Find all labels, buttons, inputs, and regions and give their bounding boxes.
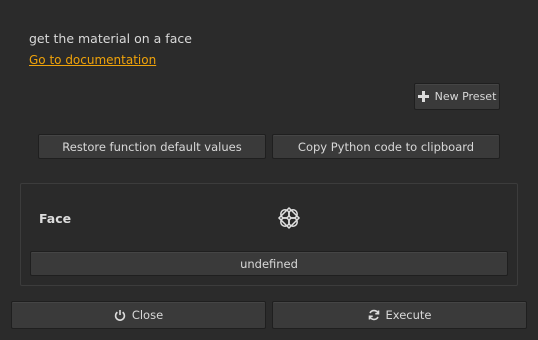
close-label: Close	[131, 308, 164, 322]
face-picker-icon[interactable]	[277, 206, 301, 230]
power-icon	[114, 309, 126, 321]
parameter-panel: Face undefined	[20, 183, 518, 286]
documentation-link[interactable]: Go to documentation	[29, 53, 156, 67]
new-preset-label: New Preset	[434, 90, 497, 103]
face-value-field[interactable]: undefined	[30, 251, 508, 276]
refresh-icon	[368, 309, 380, 321]
close-button[interactable]: Close	[11, 301, 266, 329]
function-description: get the material on a face	[29, 31, 192, 46]
execute-button[interactable]: Execute	[272, 301, 527, 329]
restore-defaults-button[interactable]: Restore function default values	[38, 134, 266, 159]
face-parameter-label: Face	[39, 211, 72, 226]
new-preset-button[interactable]: New Preset	[414, 83, 500, 110]
plus-icon	[417, 91, 429, 102]
function-dialog: get the material on a face Go to documen…	[0, 0, 538, 340]
copy-python-button[interactable]: Copy Python code to clipboard	[272, 134, 500, 159]
execute-label: Execute	[385, 308, 432, 322]
